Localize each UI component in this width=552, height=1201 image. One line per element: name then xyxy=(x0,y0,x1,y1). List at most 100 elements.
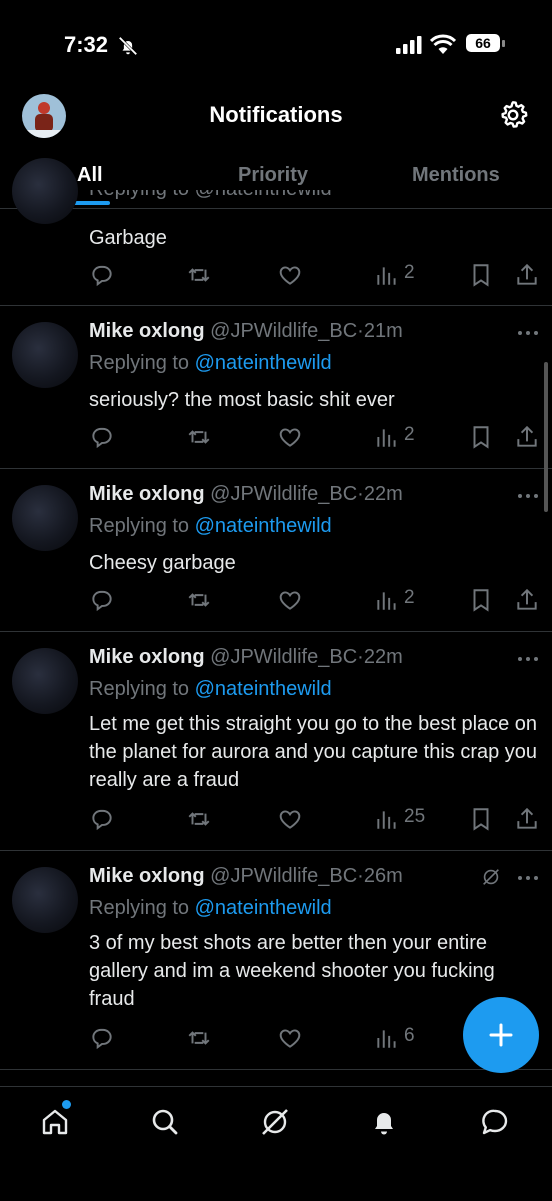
retweet-icon[interactable] xyxy=(186,1025,212,1051)
views-count: 2 xyxy=(404,262,415,283)
compose-button[interactable] xyxy=(463,997,539,1073)
user-avatar[interactable] xyxy=(12,867,78,933)
home-notification-dot xyxy=(62,1100,71,1109)
notification-item[interactable]: Mike oxlong @JPWildlife_BC·22m Replying … xyxy=(0,632,552,851)
page-title: Notifications xyxy=(209,102,343,127)
home-icon[interactable] xyxy=(38,1105,72,1139)
retweet-icon[interactable] xyxy=(186,806,212,832)
battery-cap xyxy=(502,40,505,47)
like-icon[interactable] xyxy=(277,806,303,832)
views-icon[interactable] xyxy=(374,1025,400,1051)
reply-icon[interactable] xyxy=(89,806,115,832)
reply-icon[interactable] xyxy=(89,587,115,613)
author-handle[interactable]: @JPWildlife_BC xyxy=(210,646,357,668)
post-text: Let me get this straight you go to the b… xyxy=(89,713,538,791)
like-icon[interactable] xyxy=(277,424,303,450)
notification-item[interactable]: Mike oxlong @JPWildlife_BC·21m Replying … xyxy=(0,306,552,469)
like-icon[interactable] xyxy=(277,262,303,288)
post-actions: 25 xyxy=(0,806,552,832)
replying-to-label: Replying to xyxy=(89,352,190,374)
separator-dot: · xyxy=(357,865,364,887)
author-line: Mike oxlong @JPWildlife_BC·21m xyxy=(89,320,403,343)
views-icon[interactable] xyxy=(374,587,400,613)
views-icon[interactable] xyxy=(374,262,400,288)
views-count: 2 xyxy=(404,424,415,445)
like-icon[interactable] xyxy=(277,587,303,613)
author-line: Mike oxlong @JPWildlife_BC·22m xyxy=(89,646,403,669)
bookmark-icon[interactable] xyxy=(468,424,494,450)
post-time: 26m xyxy=(363,865,403,887)
author-line: Mike oxlong @JPWildlife_BC·22m xyxy=(89,483,403,506)
share-icon[interactable] xyxy=(514,587,540,613)
bookmark-icon[interactable] xyxy=(468,262,494,288)
author-name[interactable]: Mike oxlong xyxy=(89,320,205,342)
plus-icon xyxy=(489,1023,513,1047)
mention-link[interactable]: @nateinthewild xyxy=(195,515,332,537)
search-icon[interactable] xyxy=(148,1105,182,1139)
status-bar: 7:32 66 xyxy=(0,0,552,90)
battery-indicator: 66 xyxy=(466,34,500,52)
grok-icon[interactable] xyxy=(258,1105,292,1139)
user-avatar[interactable] xyxy=(12,485,78,551)
retweet-icon[interactable] xyxy=(186,424,212,450)
cell-signal-icon xyxy=(396,36,422,54)
author-line: Mike oxlong @JPWildlife_BC·26m xyxy=(89,865,403,888)
retweet-icon[interactable] xyxy=(186,262,212,288)
replying-to-label: Replying to xyxy=(89,678,190,700)
like-icon[interactable] xyxy=(277,1025,303,1051)
tab-all[interactable]: All xyxy=(77,164,103,187)
gear-icon[interactable] xyxy=(497,99,529,131)
bookmark-icon[interactable] xyxy=(468,806,494,832)
bell-muted-icon xyxy=(118,36,138,56)
more-options-icon[interactable] xyxy=(517,330,539,336)
post-text: 3 of my best shots are better then your … xyxy=(89,932,495,1010)
share-icon[interactable] xyxy=(514,806,540,832)
replying-to-label: Replying to xyxy=(89,515,190,537)
reply-icon[interactable] xyxy=(89,262,115,288)
mention-link[interactable]: @nateinthewild xyxy=(195,897,332,919)
mention-link[interactable]: @nateinthewild xyxy=(195,678,332,700)
author-handle[interactable]: @JPWildlife_BC xyxy=(210,320,357,342)
messages-icon[interactable] xyxy=(478,1105,512,1139)
notifications-bell-icon[interactable] xyxy=(367,1105,401,1139)
views-icon[interactable] xyxy=(374,424,400,450)
user-avatar[interactable] xyxy=(12,322,78,388)
author-handle[interactable]: @JPWildlife_BC xyxy=(210,483,357,505)
post-text: seriously? the most basic shit ever xyxy=(89,389,395,411)
scroll-indicator[interactable] xyxy=(544,362,548,512)
separator-dot: · xyxy=(357,646,364,668)
replying-to-line: Replying to @nateinthewild xyxy=(89,352,332,375)
separator-dot: · xyxy=(357,483,364,505)
views-icon[interactable] xyxy=(374,806,400,832)
replying-to-line: Replying to @nateinthewild xyxy=(89,515,332,538)
notification-item[interactable]: Mike oxlong @JPWildlife_BC·22m Replying … xyxy=(0,469,552,632)
replying-to-line: Replying to @nateinthewild xyxy=(89,678,332,701)
share-icon[interactable] xyxy=(514,262,540,288)
retweet-icon[interactable] xyxy=(186,587,212,613)
author-name[interactable]: Mike oxlong xyxy=(89,646,205,668)
notification-item[interactable]: Replying to @nateinthewild Garbage 2 xyxy=(0,158,552,306)
author-handle[interactable]: @JPWildlife_BC xyxy=(210,865,357,887)
author-name[interactable]: Mike oxlong xyxy=(89,865,205,887)
post-actions: 2 xyxy=(0,424,552,450)
user-avatar[interactable] xyxy=(12,158,78,224)
replying-to-text: Replying to @nateinthewild xyxy=(89,190,332,200)
more-options-icon[interactable] xyxy=(517,493,539,499)
more-options-icon[interactable] xyxy=(517,875,539,881)
author-name[interactable]: Mike oxlong xyxy=(89,483,205,505)
replying-to-partial: Replying to @nateinthewild xyxy=(89,190,332,204)
post-text: Garbage xyxy=(89,227,167,249)
grok-icon[interactable] xyxy=(480,866,502,888)
more-options-icon[interactable] xyxy=(517,656,539,662)
views-count: 25 xyxy=(404,806,426,827)
post-time: 22m xyxy=(363,646,403,668)
bookmark-icon[interactable] xyxy=(468,587,494,613)
post-actions: 2 xyxy=(0,587,552,613)
reply-icon[interactable] xyxy=(89,1025,115,1051)
tab-priority[interactable]: Priority xyxy=(238,164,308,187)
tab-mentions[interactable]: Mentions xyxy=(412,164,500,187)
user-avatar[interactable] xyxy=(12,648,78,714)
mention-link[interactable]: @nateinthewild xyxy=(195,352,332,374)
reply-icon[interactable] xyxy=(89,424,115,450)
share-icon[interactable] xyxy=(514,424,540,450)
